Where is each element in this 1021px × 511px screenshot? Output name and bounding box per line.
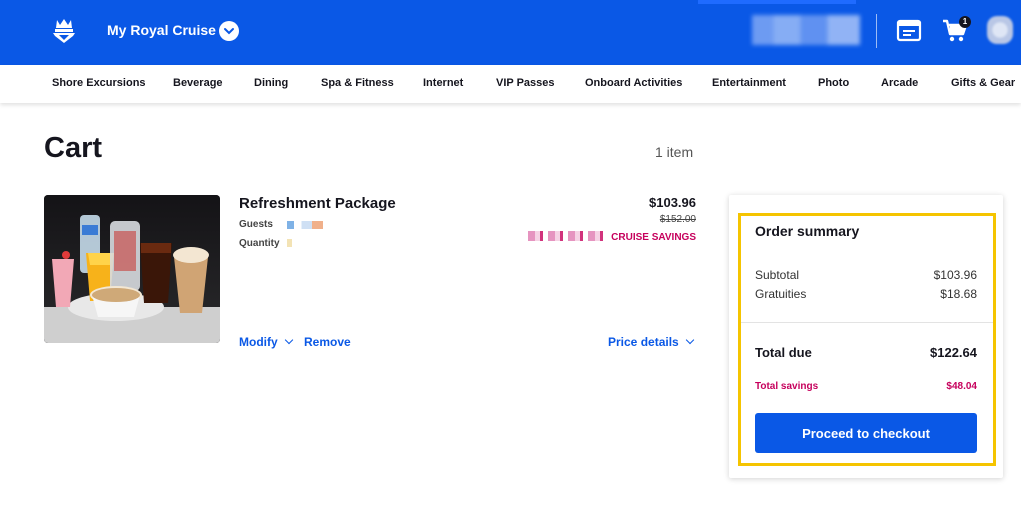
redacted-savings-amount: [528, 231, 608, 241]
cruise-savings-label: CRUISE SAVINGS: [611, 232, 696, 243]
proceed-to-checkout-button[interactable]: Proceed to checkout: [755, 413, 977, 453]
itinerary-calendar-icon[interactable]: [896, 18, 922, 42]
order-summary-title: Order summary: [755, 223, 860, 239]
header-divider: [876, 14, 877, 48]
nav-item-gifts-gear[interactable]: Gifts & Gear: [951, 77, 1015, 89]
cart-count-badge: 1: [959, 16, 971, 28]
page-title: Cart: [44, 132, 103, 164]
summary-divider: [741, 322, 993, 323]
redacted-user-name: [752, 15, 860, 45]
nav-item-beverage[interactable]: Beverage: [173, 77, 223, 89]
top-header: My Royal Cruise 1: [0, 0, 1021, 65]
nav-item-arcade[interactable]: Arcade: [881, 77, 918, 89]
nav-item-spa-fitness[interactable]: Spa & Fitness: [321, 77, 394, 89]
subtotal-label: Subtotal: [755, 268, 800, 282]
item-price: $103.96: [649, 195, 696, 210]
modify-button[interactable]: Modify: [239, 335, 293, 349]
brand-title[interactable]: My Royal Cruise: [107, 22, 216, 38]
chevron-down-icon[interactable]: [219, 21, 239, 41]
category-nav: Shore Excursions Beverage Dining Spa & F…: [0, 65, 1021, 103]
remove-button[interactable]: Remove: [304, 335, 351, 349]
total-savings-value: $48.04: [946, 381, 977, 392]
gratuities-label: Gratuities: [755, 287, 807, 301]
total-due-row: Total due $122.64: [755, 345, 977, 360]
nav-item-vip-passes[interactable]: VIP Passes: [496, 77, 555, 89]
total-savings-label: Total savings: [755, 381, 819, 392]
nav-item-dining[interactable]: Dining: [254, 77, 288, 89]
nav-item-internet[interactable]: Internet: [423, 77, 463, 89]
redacted-quantity: [287, 239, 292, 247]
total-due-value: $122.64: [930, 345, 977, 360]
total-savings-row: Total savings $48.04: [755, 381, 977, 392]
subtotal-row: Subtotal $103.96: [755, 268, 977, 282]
total-due-label: Total due: [755, 345, 812, 360]
nav-item-entertainment[interactable]: Entertainment: [712, 77, 786, 89]
gratuities-value: $18.68: [940, 287, 977, 301]
subtotal-value: $103.96: [933, 268, 977, 282]
nav-item-photo[interactable]: Photo: [818, 77, 849, 89]
header-accent-strip: [698, 0, 856, 4]
gratuities-row: Gratuities $18.68: [755, 287, 977, 301]
quantity-label: Quantity: [239, 238, 280, 249]
product-image: [44, 195, 220, 343]
redacted-guests: [287, 221, 323, 229]
chevron-down-icon: [685, 335, 694, 345]
product-name: Refreshment Package: [239, 195, 396, 212]
cart-item-count: 1 item: [655, 144, 694, 160]
price-details-button[interactable]: Price details: [608, 335, 694, 349]
price-details-label: Price details: [608, 335, 679, 349]
royal-caribbean-logo-icon[interactable]: [49, 17, 79, 45]
nav-item-shore-excursions[interactable]: Shore Excursions: [52, 77, 146, 89]
chevron-down-icon: [284, 335, 293, 345]
nav-item-onboard-activities[interactable]: Onboard Activities: [585, 77, 682, 89]
guests-label: Guests: [239, 219, 273, 230]
avatar[interactable]: [987, 16, 1013, 44]
modify-label: Modify: [239, 335, 278, 349]
item-original-price: $152.00: [659, 214, 696, 225]
